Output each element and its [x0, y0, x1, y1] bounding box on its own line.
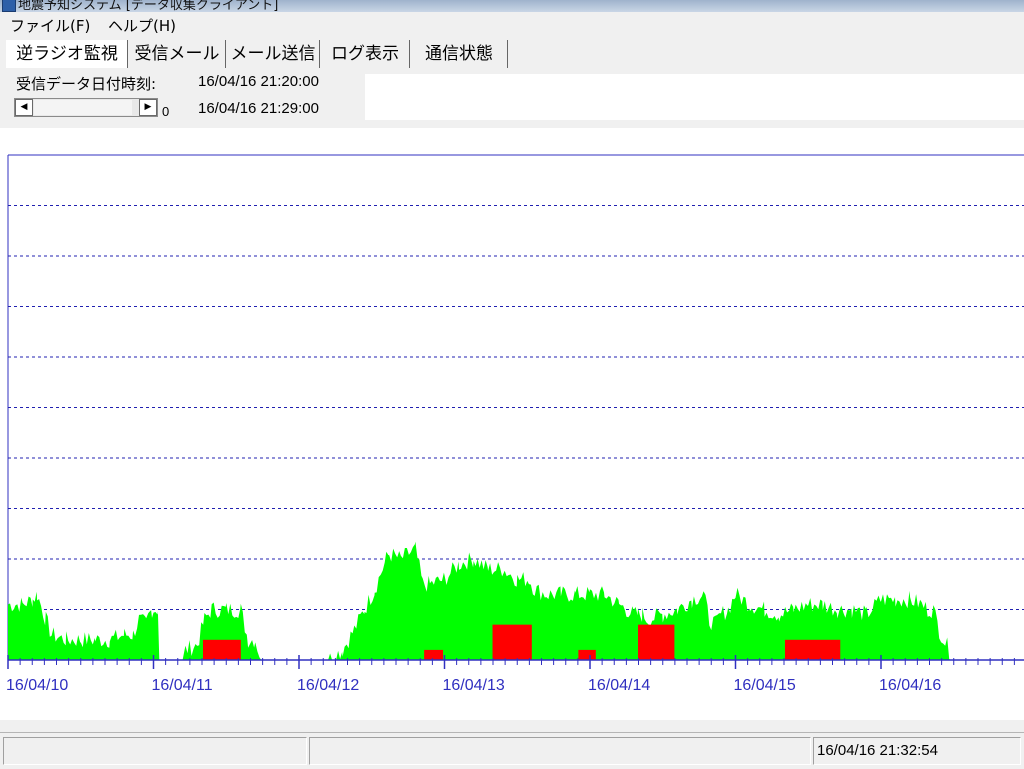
x-tick-label: 16/04/12 — [297, 677, 359, 694]
info-display-box — [365, 74, 1024, 120]
window-titlebar: 地震予知システム [データ収集クライアント] — [0, 0, 1024, 12]
triangle-left-icon: ◀ — [20, 102, 28, 112]
series-red-block — [578, 649, 596, 660]
series-red-block — [492, 624, 532, 660]
menu-bar: ファイル(F) ヘルプ(H) — [0, 12, 1024, 37]
window-title: 地震予知システム [データ収集クライアント] — [18, 0, 279, 12]
status-panel-clock: 16/04/16 21:32:54 — [813, 737, 1021, 765]
triangle-right-icon: ▶ — [144, 102, 152, 112]
control-panel: 受信データ日付時刻: 16/04/16 21:20:00 ◀ ▶ 0 16/04… — [0, 70, 1024, 122]
status-panel-1 — [3, 737, 307, 765]
x-tick-label: 16/04/10 — [6, 677, 68, 694]
x-tick-label: 16/04/13 — [443, 677, 505, 694]
scroll-track[interactable] — [34, 100, 132, 115]
tab-send-mail[interactable]: メール送信 — [227, 40, 320, 68]
x-tick-label: 16/04/16 — [879, 677, 941, 694]
time-scrollbar[interactable]: ◀ ▶ — [14, 98, 158, 117]
x-tick-label: 16/04/11 — [152, 677, 213, 694]
menu-file[interactable]: ファイル(F) — [6, 15, 94, 36]
menu-help[interactable]: ヘルプ(H) — [104, 15, 180, 36]
scroll-value: 0 — [162, 104, 170, 119]
tab-received-mail[interactable]: 受信メール — [129, 40, 226, 68]
status-bar: 16/04/16 21:32:54 — [0, 732, 1024, 769]
tab-reverse-radio-monitor[interactable]: 逆ラジオ監視 — [6, 40, 128, 68]
received-datetime-label: 受信データ日付時刻: — [16, 75, 157, 93]
series-red-block — [424, 649, 444, 660]
app-icon — [2, 0, 16, 12]
series-red-block — [202, 639, 241, 660]
scroll-left-button[interactable]: ◀ — [15, 99, 33, 116]
tab-comm-status[interactable]: 通信状態 — [411, 40, 508, 68]
status-panel-2 — [309, 737, 811, 765]
monitor-chart: 16/04/10 16/04/11 16/04/12 16/04/13 16/04/14… — [0, 128, 1024, 720]
series-red-block — [638, 624, 675, 660]
chart-svg: 16/04/10 16/04/11 16/04/12 16/04/13 16/04/14… — [6, 154, 1024, 694]
x-tick-label: 16/04/14 — [588, 677, 650, 694]
series-red-block — [784, 639, 841, 660]
datetime-start: 16/04/16 21:20:00 — [198, 73, 319, 90]
scroll-right-button[interactable]: ▶ — [139, 99, 157, 116]
x-tick-label: 16/04/15 — [734, 677, 796, 694]
datetime-end: 16/04/16 21:29:00 — [198, 100, 319, 117]
tab-log-view[interactable]: ログ表示 — [321, 40, 410, 68]
